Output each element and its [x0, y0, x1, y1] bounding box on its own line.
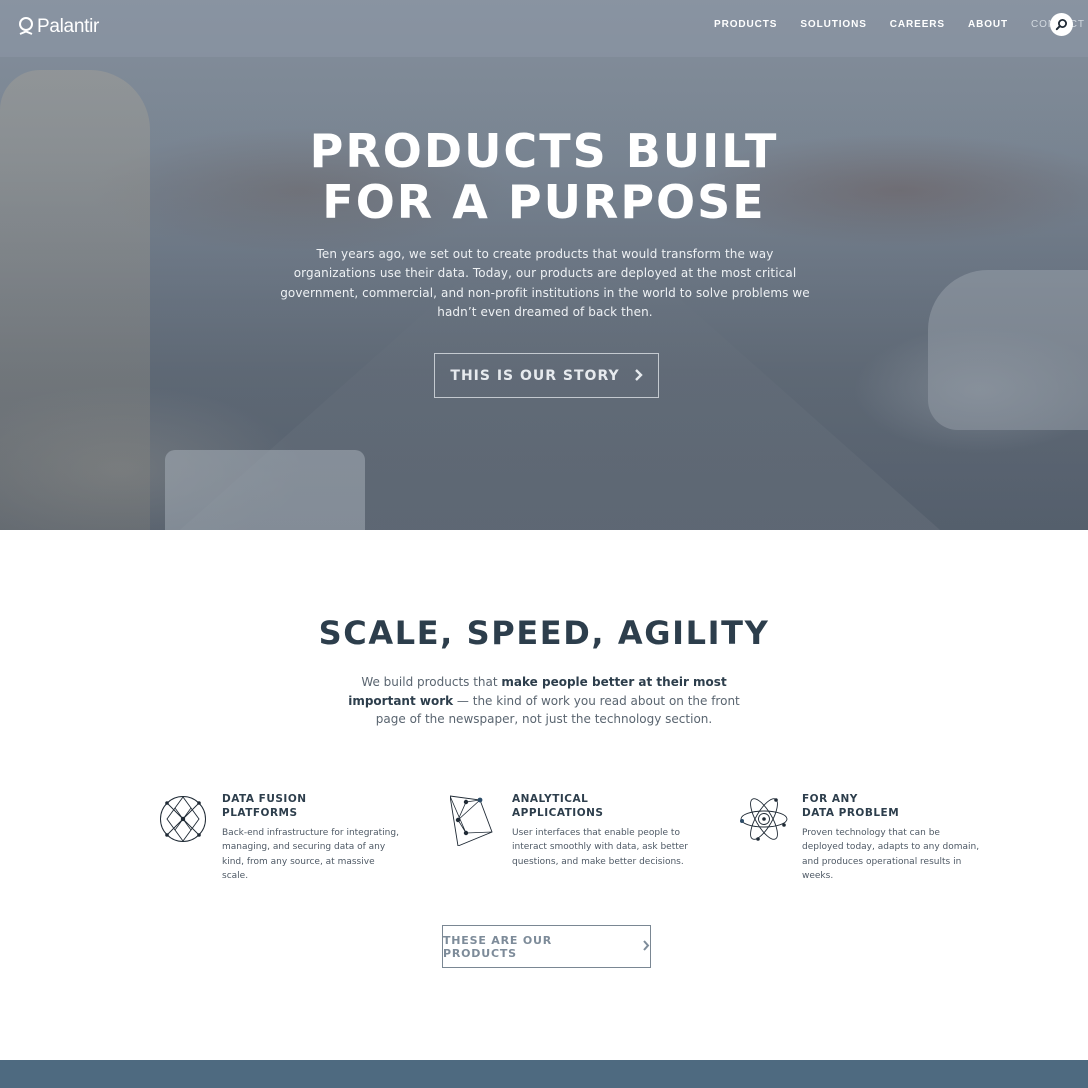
section-description: We build products that make people bette… [334, 673, 754, 729]
feature-title: DATA FUSION PLATFORMS [222, 792, 402, 820]
hero-title-line2: FOR A PURPOSE [322, 175, 766, 229]
section-text-before: We build products that [361, 675, 502, 689]
feature-description: Proven technology that can be deployed t… [802, 828, 980, 881]
palantir-logo[interactable]: Palantir [18, 14, 99, 40]
search-button[interactable] [1050, 13, 1073, 36]
nav-link-solutions[interactable]: SOLUTIONS [800, 19, 866, 30]
feature-analytical-applications: ANALYTICAL APPLICATIONS User interfaces … [450, 790, 690, 890]
feature-title: FOR ANY DATA PROBLEM [802, 792, 982, 820]
section-title: SCALE, SPEED, AGILITY [318, 614, 770, 652]
top-navigation: Palantir PRODUCTS SOLUTIONS CAREERS ABOU… [0, 0, 1088, 57]
feature-description: Back-end infrastructure for integrating,… [222, 828, 399, 881]
our-story-button[interactable]: THIS IS OUR STORY [434, 353, 659, 398]
chevron-right-icon [642, 939, 650, 954]
atom-icon [740, 798, 788, 841]
footer-band [0, 1060, 1088, 1088]
nav-link-about[interactable]: ABOUT [968, 19, 1008, 30]
data-fusion-icon [160, 796, 206, 842]
hero-title-line1: PRODUCTS BUILT [309, 124, 779, 178]
our-products-button-label: THESE ARE OUR PRODUCTS [443, 933, 552, 960]
our-products-button[interactable]: THESE ARE OUR PRODUCTS [442, 925, 651, 968]
feature-any-data-problem: FOR ANY DATA PROBLEM Proven technology t… [740, 790, 980, 890]
feature-description: User interfaces that enable people to in… [512, 828, 688, 867]
feature-data-fusion: DATA FUSION PLATFORMS Back-end infrastru… [160, 790, 400, 890]
nav-link-careers[interactable]: CAREERS [890, 19, 945, 30]
our-story-button-label: THIS IS OUR STORY [450, 367, 620, 384]
feature-title-line2: DATA PROBLEM [802, 807, 900, 819]
search-icon [1055, 19, 1067, 31]
hero-description: Ten years ago, we set out to create prod… [280, 247, 810, 319]
nav-links: PRODUCTS SOLUTIONS CAREERS ABOUT CONTACT [714, 19, 1088, 30]
hero-title: PRODUCTS BUILT FOR A PURPOSE [0, 126, 1088, 228]
feature-title: ANALYTICAL APPLICATIONS [512, 792, 692, 820]
hero-section: PRODUCTS BUILT FOR A PURPOSE Ten years a… [0, 0, 1088, 530]
feature-title-line2: APPLICATIONS [512, 807, 604, 819]
feature-title-line1: FOR ANY [802, 793, 858, 805]
feature-title-line1: ANALYTICAL [512, 793, 589, 805]
feature-title-line2: PLATFORMS [222, 807, 298, 819]
nav-link-products[interactable]: PRODUCTS [714, 19, 777, 30]
feature-title-line1: DATA FUSION [222, 793, 307, 805]
chevron-right-icon [634, 367, 643, 385]
logo-text: Palantir [37, 16, 100, 37]
palantir-logo-icon [19, 17, 33, 35]
analytical-applications-icon [450, 795, 493, 846]
